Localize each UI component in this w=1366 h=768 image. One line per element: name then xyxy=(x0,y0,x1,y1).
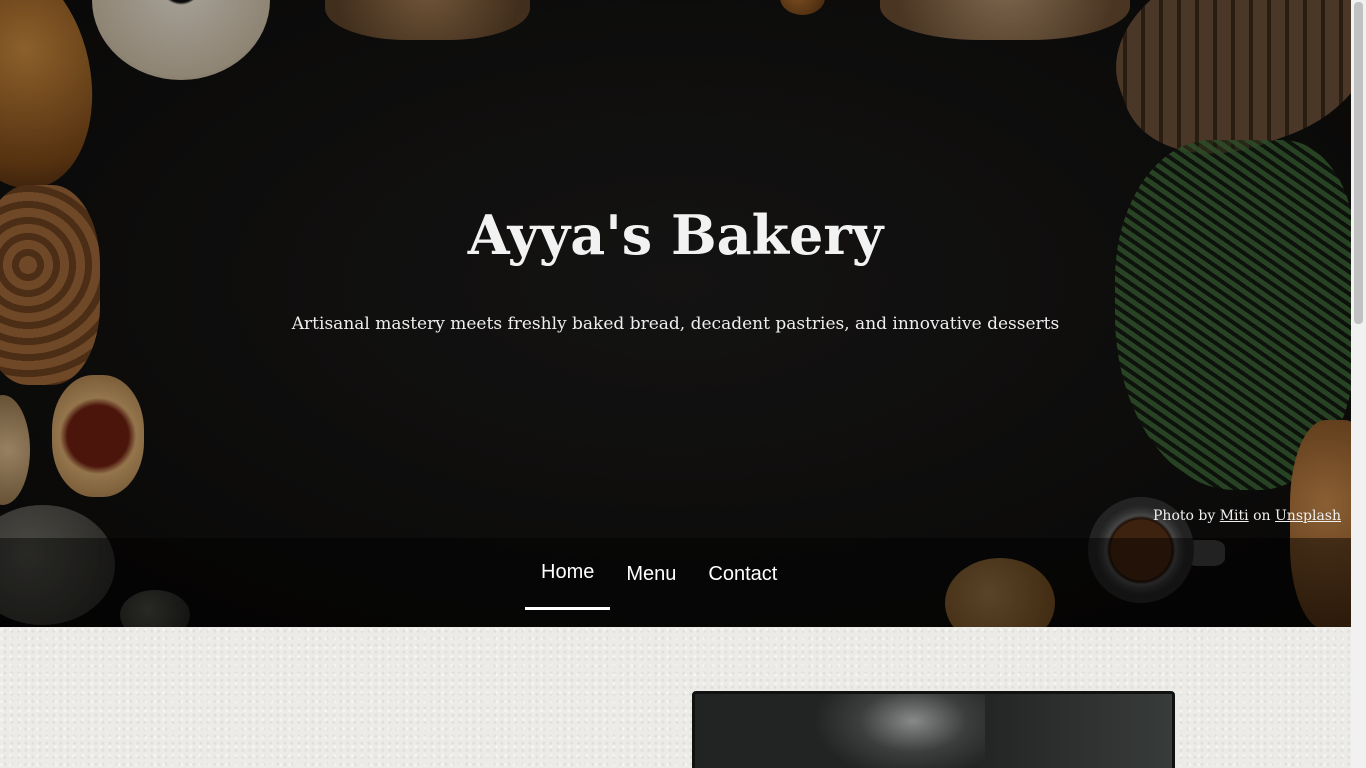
scrollbar-thumb[interactable] xyxy=(1354,2,1363,324)
hero-banner: Ayya's Bakery Artisanal mastery meets fr… xyxy=(0,0,1351,627)
flour-dust-image xyxy=(805,694,985,768)
page: Ayya's Bakery Artisanal mastery meets fr… xyxy=(0,0,1351,768)
nav-links: Home Menu Contact xyxy=(525,538,793,627)
nav-menu[interactable]: Menu xyxy=(610,538,692,610)
nav-home[interactable]: Home xyxy=(525,538,611,610)
nav-contact[interactable]: Contact xyxy=(692,538,793,610)
credit-prefix: Photo by xyxy=(1153,508,1216,524)
page-scrollbar[interactable] xyxy=(1351,0,1366,768)
image-sheen xyxy=(972,694,1172,768)
feature-image xyxy=(692,691,1175,768)
main-nav: Home Menu Contact xyxy=(0,538,1351,627)
credit-source-link[interactable]: Unsplash xyxy=(1275,508,1341,524)
credit-author-link[interactable]: Miti xyxy=(1220,508,1249,524)
credit-middle: on xyxy=(1253,508,1271,524)
content-section xyxy=(0,627,1351,768)
photo-credit: Photo by Miti on Unsplash xyxy=(1153,508,1341,524)
site-title: Ayya's Bakery xyxy=(467,203,884,267)
site-tagline: Artisanal mastery meets freshly baked br… xyxy=(291,314,1060,334)
